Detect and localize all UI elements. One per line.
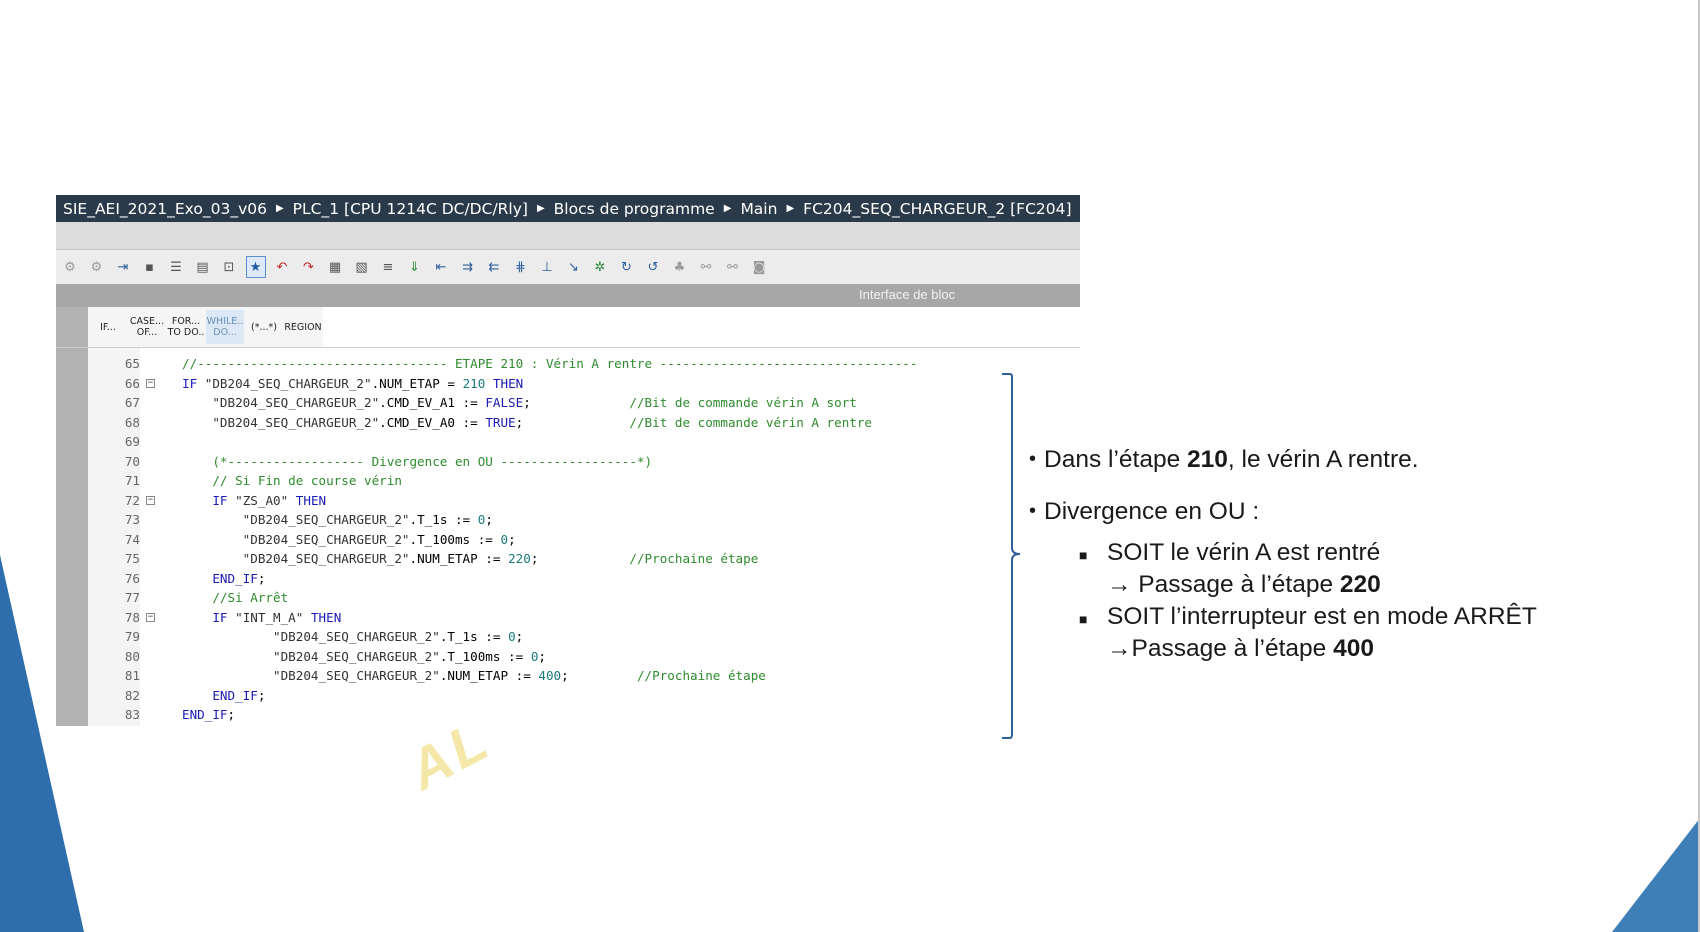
line-number: 74 [124, 531, 140, 547]
line-number: 65 [124, 356, 140, 371]
bullet-step: • Dans l’étape 210, le vérin A rentre. [1029, 446, 1419, 473]
interface-splitter[interactable]: Interface de bloc [56, 284, 1080, 307]
line-number: 71 [124, 473, 140, 488]
breadcrumb-program-blocks[interactable]: Blocs de programme [554, 200, 715, 218]
line-number: 67 [124, 395, 140, 410]
code-text[interactable]: IF "ZS_A0" THEN [182, 491, 326, 511]
code-text[interactable]: (*------------------ Divergence en OU --… [182, 452, 652, 472]
code-text[interactable]: "DB204_SEQ_CHARGEUR_2".T_1s := 0; [182, 627, 523, 647]
line-number: 72 [124, 492, 140, 508]
line-number: 70 [124, 453, 140, 469]
line-number: 66 [124, 375, 140, 391]
download-icon[interactable]: ⚙ [87, 256, 107, 278]
tree-icon[interactable]: ♣ [670, 256, 690, 278]
instruction-button[interactable]: (*...*) [245, 310, 283, 344]
code-text[interactable]: //Si Arrêt [182, 588, 288, 608]
sub-bullet-switch: ■ SOIT l’interrupteur est en mode ARRÊT … [1079, 603, 1537, 662]
code-text[interactable]: "DB204_SEQ_CHARGEUR_2".T_100ms := 0; [182, 647, 546, 667]
code-text[interactable]: END_IF; [182, 569, 265, 589]
code-text[interactable]: // Si Fin de course vérin [182, 471, 402, 491]
favorites-icon[interactable]: ★ [245, 256, 266, 278]
instruction-button[interactable]: REGION [284, 310, 322, 344]
line-number: 79 [124, 629, 140, 644]
list-icon[interactable]: ☰ [166, 256, 186, 278]
instruction-buttons: IF... CASE... OF... FOR... TO DO.. WHILE.. … [88, 307, 323, 347]
increase-indent-icon[interactable]: ⇉ [458, 256, 478, 278]
jump-icon[interactable]: ↺ [643, 256, 663, 278]
insert-network-icon[interactable]: ⇥ [113, 256, 133, 278]
undo-red-icon[interactable]: ↶ [272, 256, 292, 278]
breadcrumb-block[interactable]: FC204_SEQ_CHARGEUR_2 [FC204] [803, 200, 1071, 218]
download-arrow-icon[interactable]: ⇓ [405, 256, 425, 278]
database-icon[interactable]: ◙ [749, 256, 769, 278]
compare2-icon[interactable]: ⚯ [723, 256, 743, 278]
code-text[interactable]: "DB204_SEQ_CHARGEUR_2".NUM_ETAP := 220; … [182, 549, 759, 569]
bottom-right-blue-triangle [1612, 818, 1700, 932]
redo-red-icon[interactable]: ↷ [299, 256, 319, 278]
curly-bracket [1002, 373, 1021, 739]
line-number: 81 [124, 668, 140, 683]
line-number: 68 [124, 414, 140, 430]
fold-toggle-icon[interactable]: − [146, 495, 155, 505]
chevron-right-icon: ▶ [786, 203, 795, 214]
snapshot-icon[interactable]: ⊡ [219, 256, 239, 278]
fold-toggle-icon[interactable]: − [146, 378, 155, 388]
code-text[interactable]: "DB204_SEQ_CHARGEUR_2".NUM_ETAP := 400; … [182, 666, 766, 686]
code-text[interactable]: END_IF; [182, 705, 235, 725]
instruction-button[interactable]: IF... [89, 310, 127, 344]
block-icon[interactable]: ▤ [193, 256, 213, 278]
refresh-icon[interactable]: ↻ [617, 256, 637, 278]
code-text[interactable]: IF "DB204_SEQ_CHARGEUR_2".NUM_ETAP = 210… [182, 374, 523, 394]
line-number: 73 [124, 512, 140, 527]
outdent-icon[interactable]: ⇤ [431, 256, 451, 278]
title-band [56, 222, 1080, 250]
breadcrumb-project[interactable]: SIE_AEI_2021_Exo_03_v06 [63, 200, 267, 218]
line-number: 83 [124, 707, 140, 722]
instruction-bar: IF... CASE... OF... FOR... TO DO.. WHILE.. … [56, 307, 1080, 348]
instruction-button[interactable]: CASE... OF... [128, 310, 166, 344]
line-number: 82 [124, 687, 140, 703]
breakpoint-icon[interactable]: ⊥ [537, 256, 557, 278]
breadcrumb-main[interactable]: Main [740, 200, 777, 218]
code-text[interactable]: "DB204_SEQ_CHARGEUR_2".T_1s := 0; [182, 510, 493, 530]
decrease-indent-icon[interactable]: ⇇ [484, 256, 504, 278]
code-text[interactable]: END_IF; [182, 686, 265, 706]
fold-toggle-icon[interactable]: − [146, 612, 155, 622]
uncomment-icon[interactable]: ▧ [352, 256, 372, 278]
breadcrumb: SIE_AEI_2021_Exo_03_v06 ▶ PLC_1 [CPU 121… [56, 195, 1080, 222]
block-interface-label[interactable]: Interface de bloc [859, 287, 955, 302]
code-text[interactable]: "DB204_SEQ_CHARGEUR_2".T_100ms := 0; [182, 530, 516, 550]
instruction-button[interactable]: FOR... TO DO.. [167, 310, 205, 344]
line-number: 75 [124, 551, 140, 566]
snowflake-icon[interactable]: ✲ [590, 256, 610, 278]
format-icon[interactable]: ⋕ [511, 256, 531, 278]
code-text[interactable]: IF "INT_M_A" THEN [182, 608, 341, 628]
line-number: 76 [124, 570, 140, 586]
compile-icon[interactable]: ⚙ [60, 256, 80, 278]
line-number: 69 [124, 434, 140, 449]
line-number: 78 [124, 609, 140, 625]
editor-toolbar: ⚙ ⚙ ⇥ ▪ ☰ ▤ ⊡ ★ ↶ ↷ ▦ ▧ ≡ ⇓ ⇤ ⇉ ⇇ ⋕ ⊥ ↘ … [56, 250, 1080, 284]
indent-icon[interactable]: ≡ [378, 256, 398, 278]
code-text[interactable]: "DB204_SEQ_CHARGEUR_2".CMD_EV_A0 := TRUE… [182, 413, 872, 433]
step-icon[interactable]: ↘ [564, 256, 584, 278]
tia-portal-editor: SIE_AEI_2021_Exo_03_v06 ▶ PLC_1 [CPU 121… [56, 195, 1080, 738]
chevron-right-icon: ▶ [275, 203, 284, 214]
go-online-icon[interactable]: ▪ [140, 256, 160, 278]
chevron-right-icon: ▶ [723, 203, 732, 214]
breadcrumb-plc[interactable]: PLC_1 [CPU 1214C DC/DC/Rly] [293, 200, 528, 218]
line-number: 77 [124, 590, 140, 605]
sub-bullet-cylinder: ■ SOIT le vérin A est rentré → Passage à… [1079, 539, 1381, 598]
bullet-divergence: • Divergence en OU : [1029, 498, 1260, 525]
instruction-button[interactable]: WHILE.. DO... [206, 310, 244, 344]
code-text[interactable]: "DB204_SEQ_CHARGEUR_2".CMD_EV_A1 := FALS… [182, 393, 857, 413]
chevron-right-icon: ▶ [536, 203, 545, 214]
compare-icon[interactable]: ⚯ [696, 256, 716, 278]
code-text[interactable]: //--------------------------------- ETAP… [182, 354, 917, 374]
line-number: 80 [124, 648, 140, 664]
comment-out-icon[interactable]: ▦ [325, 256, 345, 278]
scl-code-editor[interactable]: 65 //--------------------------------- ET… [56, 348, 1080, 726]
